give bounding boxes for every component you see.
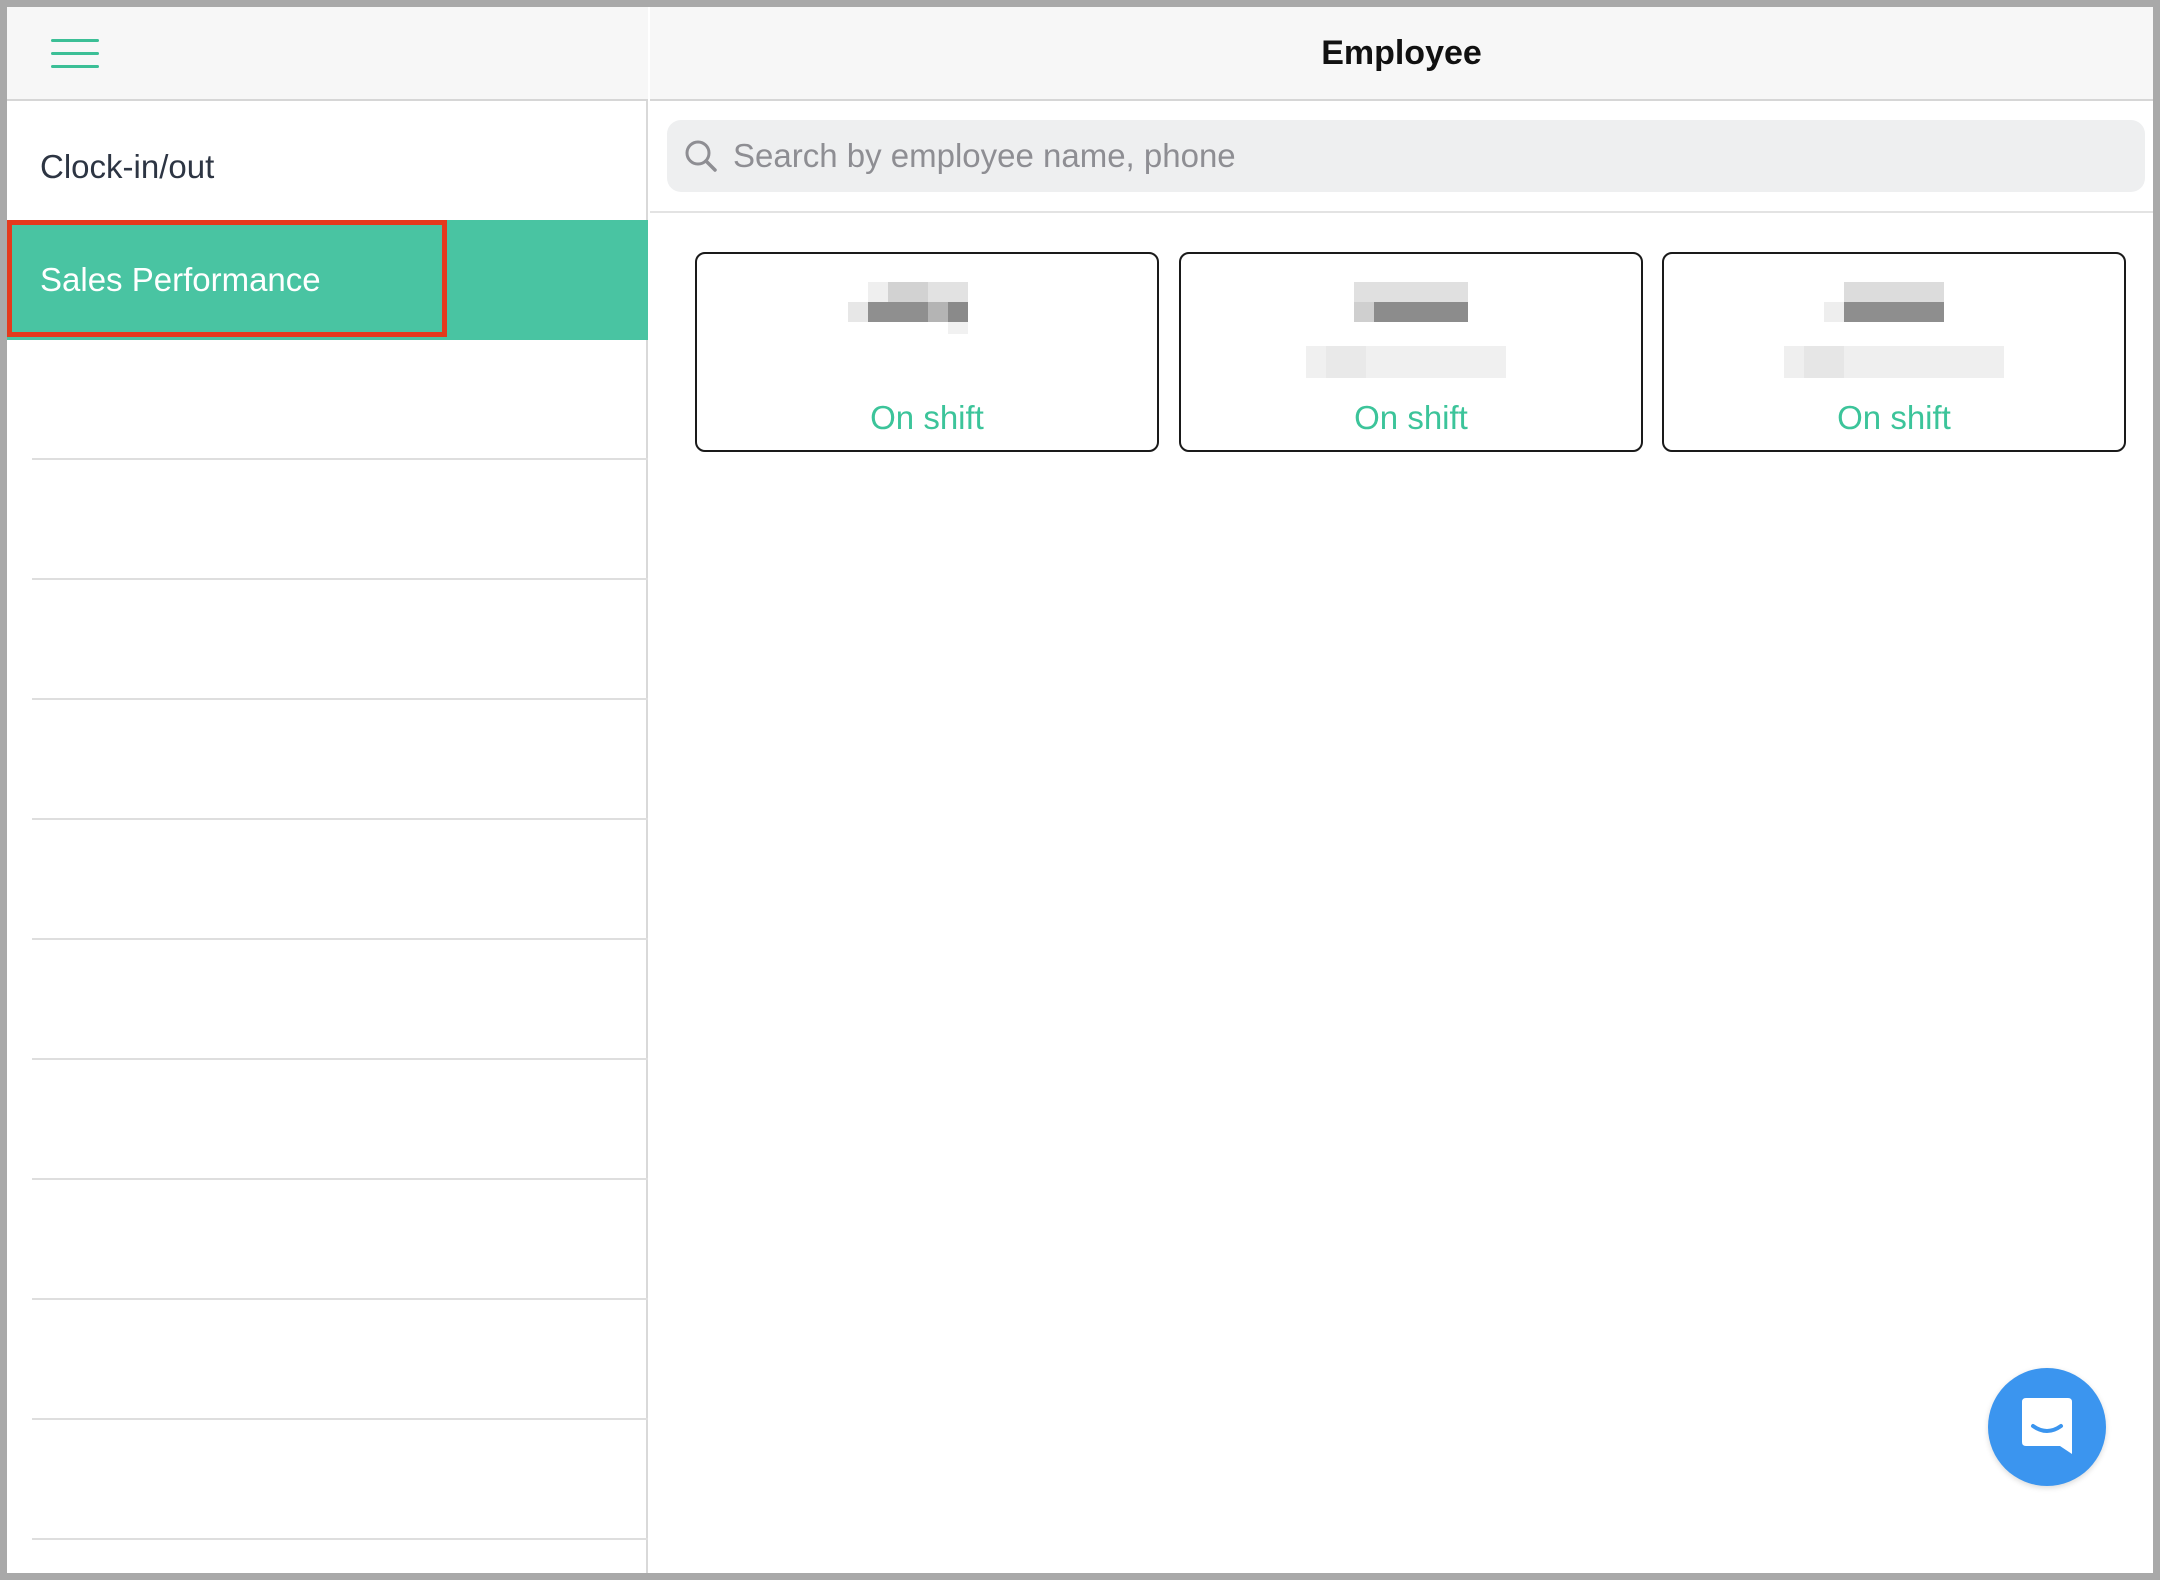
sidebar-item-label: Sales Performance — [40, 261, 321, 298]
sidebar-header — [7, 7, 648, 101]
employee-card[interactable]: On shift — [695, 252, 1159, 452]
divider — [32, 1298, 648, 1300]
search-bar — [650, 101, 2153, 213]
sidebar-item-label: Clock-in/out — [40, 148, 215, 185]
sidebar: Clock-in/out Sales Performance — [7, 7, 648, 1573]
search-box[interactable] — [667, 120, 2145, 192]
shift-status: On shift — [1837, 399, 1951, 436]
search-icon — [685, 140, 717, 172]
sidebar-item-sales-performance[interactable]: Sales Performance — [7, 220, 648, 340]
divider — [32, 1058, 648, 1060]
divider — [32, 698, 648, 700]
sidebar-item-clock-in-out[interactable]: Clock-in/out — [7, 107, 648, 227]
app-window: Clock-in/out Sales Performance Employee — [7, 7, 2153, 1573]
divider — [32, 818, 648, 820]
main-panel: Employee Search by employee name, phone … — [650, 7, 2153, 1573]
chat-button[interactable] — [1988, 1368, 2106, 1486]
chat-icon — [2022, 1398, 2072, 1454]
employee-card[interactable]: On shift — [1662, 252, 2126, 452]
header-bar: Employee — [650, 7, 2153, 101]
shift-status: On shift — [870, 399, 984, 436]
employee-card-grid: On shift On shift On shift — [650, 252, 2153, 462]
hamburger-menu-icon[interactable] — [51, 36, 99, 72]
search-input[interactable] — [733, 137, 2113, 175]
page-title: Employee — [1321, 33, 1482, 72]
divider — [32, 1418, 648, 1420]
divider — [32, 578, 648, 580]
divider — [32, 1538, 648, 1540]
divider — [32, 458, 648, 460]
divider — [32, 1178, 648, 1180]
employee-card[interactable]: On shift — [1179, 252, 1643, 452]
divider — [32, 938, 648, 940]
shift-status: On shift — [1354, 399, 1468, 436]
